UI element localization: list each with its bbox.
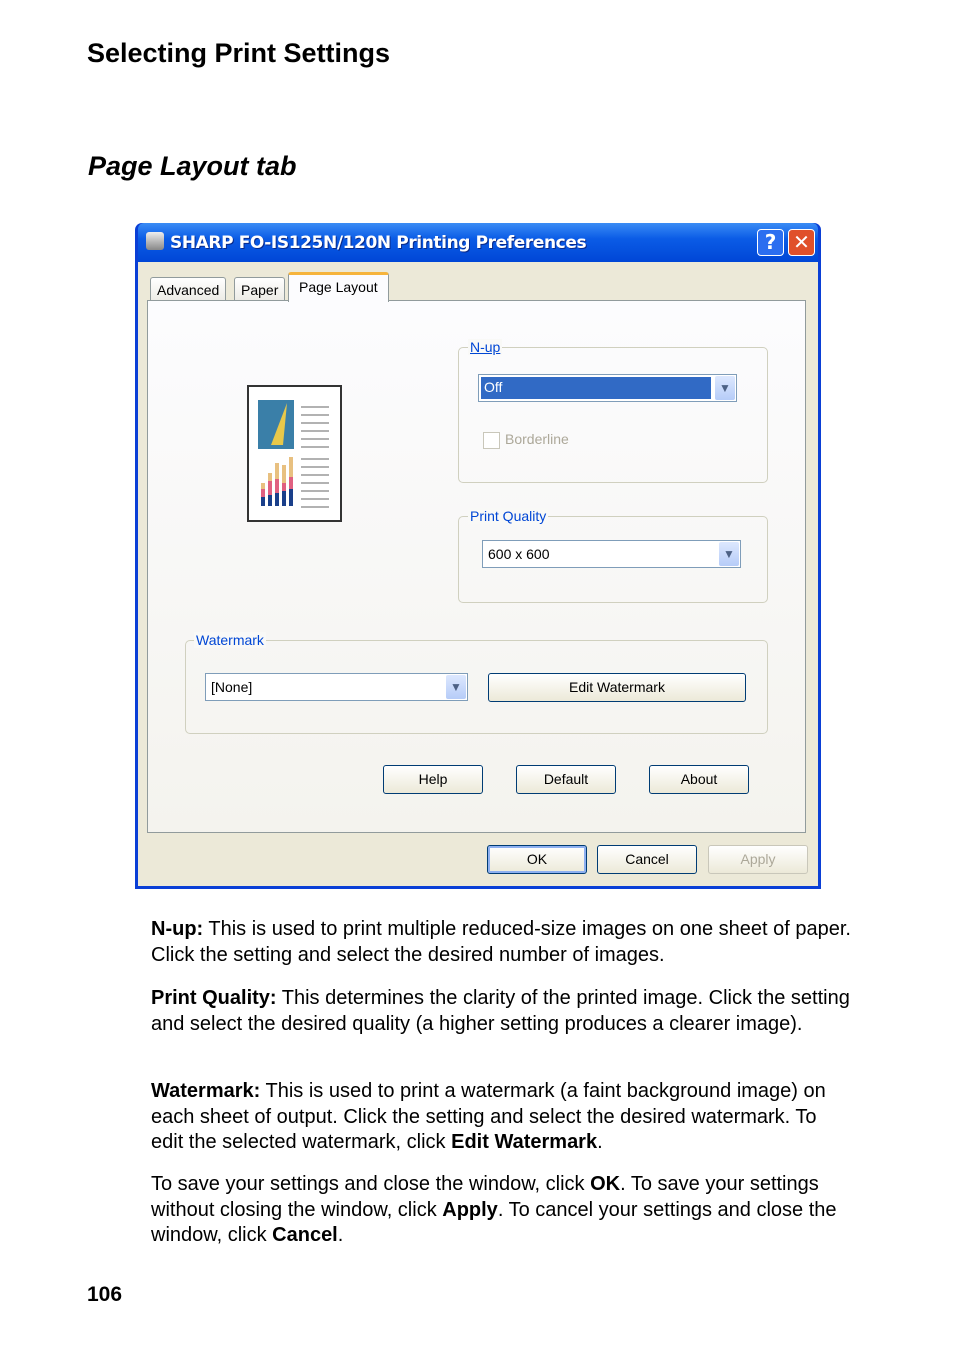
nup-label: N-up — [468, 339, 503, 355]
term: N-up: — [151, 918, 204, 940]
chevron-down-icon[interactable]: ▼ — [715, 376, 735, 400]
about-button[interactable]: About — [649, 765, 749, 794]
term: Edit Watermark — [451, 1131, 598, 1153]
watermark-label: Watermark — [194, 632, 266, 648]
nup-description: N-up: This is used to print multiple red… — [151, 917, 851, 968]
page-preview-image — [247, 385, 342, 522]
help-button[interactable]: Help — [383, 765, 483, 794]
printer-icon — [146, 232, 164, 250]
term: Apply — [442, 1198, 498, 1221]
term: Cancel — [272, 1224, 338, 1246]
watermark-value: [None] — [211, 679, 253, 695]
tab-page-layout[interactable]: Page Layout — [288, 272, 389, 302]
watermark-label-text: Watermark — [196, 632, 264, 648]
print-quality-label: Print Quality — [468, 508, 549, 524]
default-button[interactable]: Default — [516, 765, 616, 794]
tab-paper[interactable]: Paper — [234, 277, 286, 301]
close-icon[interactable]: ✕ — [788, 229, 815, 256]
title-bar: SHARP FO-IS125N/120N Printing Preference… — [138, 223, 818, 262]
page-number: 106 — [87, 1283, 123, 1306]
save-description: To save your settings and close the wind… — [151, 1172, 856, 1249]
cancel-button[interactable]: Cancel — [597, 845, 697, 874]
print-quality-select[interactable]: 600 x 600 ▼ — [482, 540, 741, 568]
edit-watermark-button[interactable]: Edit Watermark — [488, 673, 746, 702]
watermark-select[interactable]: [None] ▼ — [205, 673, 468, 701]
page-heading: Selecting Print Settings — [87, 38, 391, 68]
chevron-down-icon[interactable]: ▼ — [719, 542, 739, 566]
desc-text: . — [337, 1224, 344, 1246]
print-quality-description: Print Quality: This determines the clari… — [151, 986, 851, 1037]
help-title-button[interactable]: ? — [757, 229, 784, 256]
term: Print Quality: — [151, 987, 277, 1009]
dialog-body: Advanced Paper Page Layout N-up Off ▼ Bo… — [138, 262, 818, 886]
borderline-label: Borderline — [505, 431, 569, 447]
ok-button[interactable]: OK — [487, 845, 587, 874]
nup-select[interactable]: Off ▼ — [478, 374, 737, 402]
desc-text: . — [597, 1131, 603, 1153]
nup-label-text: N-up — [470, 339, 501, 355]
borderline-checkbox[interactable] — [483, 432, 500, 449]
watermark-description: Watermark: This is used to print a water… — [151, 1079, 851, 1156]
print-quality-label-text: Print Quality — [470, 508, 547, 524]
term: Watermark: — [151, 1080, 261, 1102]
desc-text: This is used to print multiple reduced-s… — [151, 918, 851, 966]
page-layout-panel: N-up Off ▼ Borderline Print Quality 600 … — [147, 300, 806, 833]
dialog-title: SHARP FO-IS125N/120N Printing Preference… — [170, 233, 587, 253]
nup-selected-value: Off — [481, 377, 711, 399]
apply-button[interactable]: Apply — [708, 845, 808, 874]
printing-preferences-dialog: SHARP FO-IS125N/120N Printing Preference… — [135, 223, 821, 889]
desc-text: To save your settings and close the wind… — [151, 1173, 591, 1195]
term: OK — [590, 1173, 621, 1195]
print-quality-value: 600 x 600 — [488, 546, 550, 562]
tab-advanced[interactable]: Advanced — [150, 277, 227, 301]
nup-group — [458, 347, 768, 483]
chevron-down-icon[interactable]: ▼ — [446, 675, 466, 699]
section-heading: Page Layout tab — [88, 151, 297, 181]
